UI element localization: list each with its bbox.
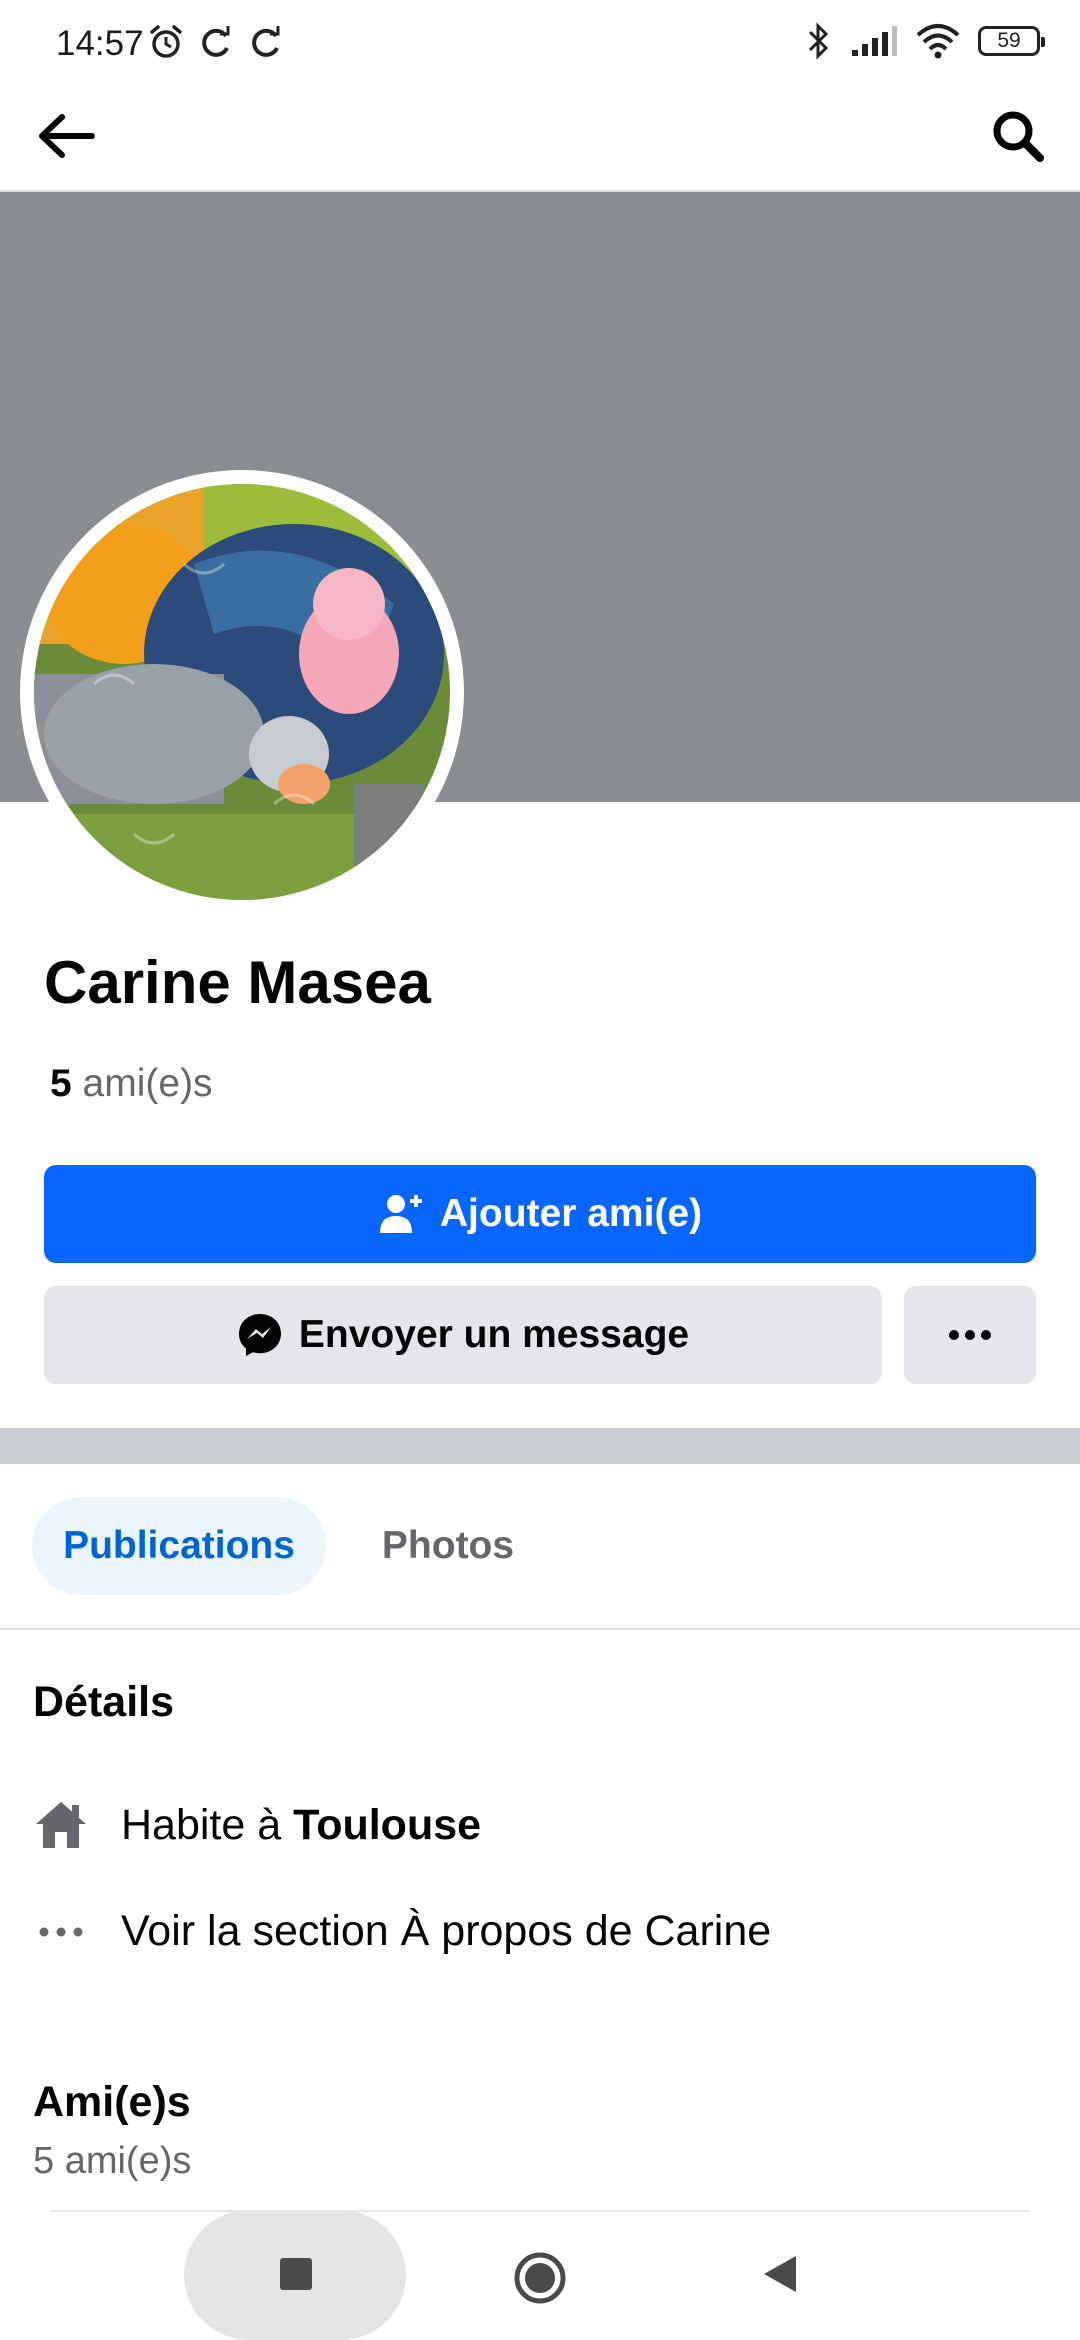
sync-icon <box>202 26 230 57</box>
back-triangle-icon[interactable] <box>760 2252 800 2296</box>
sync-icon <box>252 26 280 57</box>
tab-photos[interactable]: Photos <box>360 1497 536 1595</box>
bluetooth-icon <box>808 22 829 60</box>
profile-picture <box>34 484 450 900</box>
add-friend-label: Ajouter ami(e) <box>439 1192 703 1235</box>
arrow-left-icon <box>39 114 95 158</box>
back-button[interactable] <box>30 100 102 172</box>
send-message-label: Envoyer un message <box>298 1313 690 1356</box>
profile-name: Carine Masea <box>44 949 431 1016</box>
lives-in-city: Toulouse <box>293 1800 482 1849</box>
alarm-icon <box>150 25 182 58</box>
section-divider <box>0 1428 1080 1464</box>
detail-about-link[interactable]: Voir la section À propos de Carine <box>33 1907 771 1956</box>
friends-heading: Ami(e)s <box>33 2078 191 2126</box>
more-dots-icon <box>949 1330 991 1340</box>
search-button[interactable] <box>982 100 1054 172</box>
friends-count[interactable]: 5 ami(e)s <box>50 1062 213 1106</box>
more-dots-icon <box>39 1927 83 1936</box>
tabs-divider <box>0 1628 1080 1630</box>
status-time: 14:57 <box>56 24 144 63</box>
friends-count-number: 5 <box>50 1062 72 1105</box>
friends-count-suffix: ami(e)s <box>82 1062 213 1105</box>
person-plus-icon <box>379 1195 422 1233</box>
lives-in-prefix: Habite à <box>121 1800 282 1849</box>
send-message-button[interactable]: Envoyer un message <box>44 1286 882 1384</box>
status-notification-icons <box>148 24 284 60</box>
detail-lives-in[interactable]: Habite à Toulouse <box>33 1800 481 1850</box>
about-link-text: Voir la section À propos de Carine <box>121 1907 772 1955</box>
more-options-button[interactable] <box>904 1286 1036 1384</box>
wifi-icon <box>916 24 960 59</box>
friends-divider <box>50 2210 1030 2212</box>
recents-square-icon <box>280 2258 312 2290</box>
friends-subtitle: 5 ami(e)s <box>33 2140 192 2182</box>
signal-icon <box>852 26 897 56</box>
avatar[interactable] <box>34 484 450 900</box>
app-bar <box>0 90 1080 192</box>
status-system-icons: 59 <box>806 22 1045 60</box>
details-heading: Détails <box>33 1678 175 1726</box>
home-circle-icon[interactable] <box>512 2250 568 2306</box>
search-icon <box>993 111 1044 162</box>
house-icon <box>36 1802 86 1848</box>
add-friend-button[interactable]: Ajouter ami(e) <box>44 1165 1036 1263</box>
battery-icon: 59 <box>978 26 1045 56</box>
tab-publications[interactable]: Publications <box>32 1497 326 1595</box>
messenger-icon <box>238 1314 281 1356</box>
